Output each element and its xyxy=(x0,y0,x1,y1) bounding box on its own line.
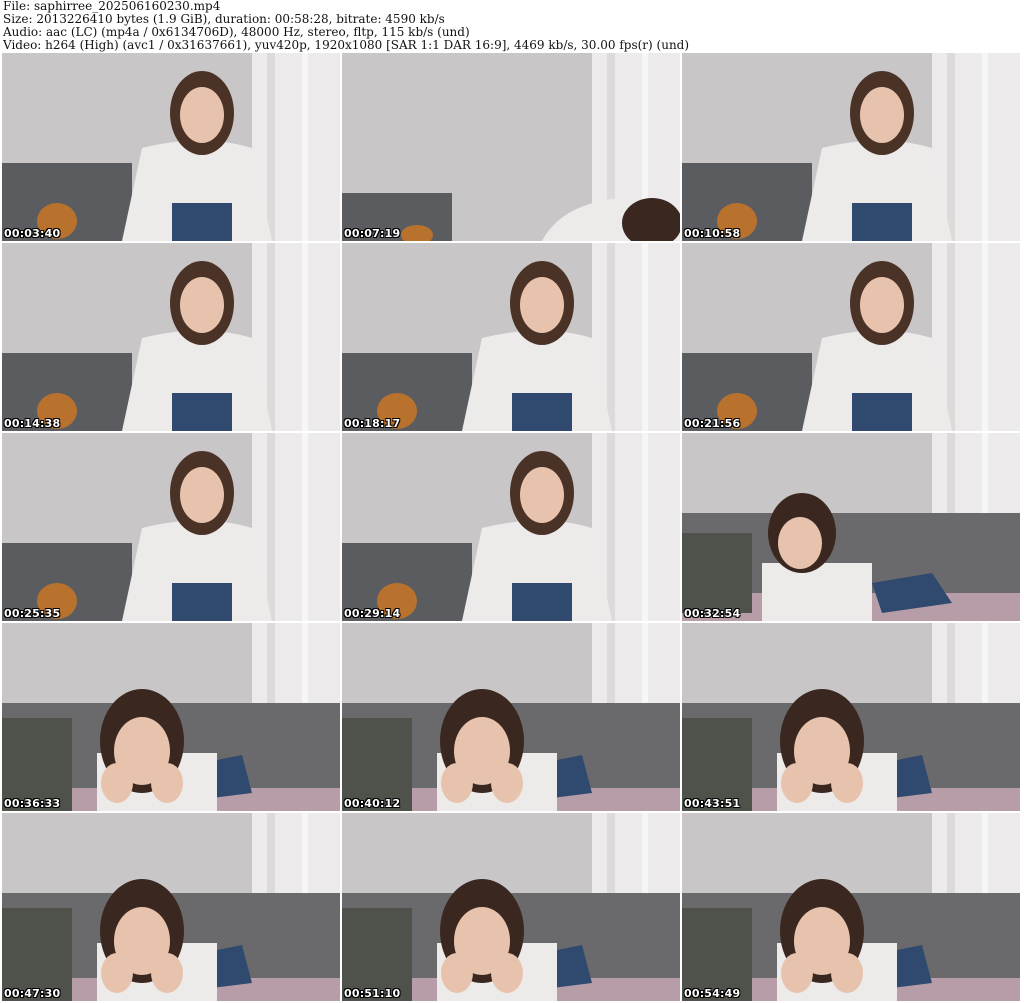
video-thumbnail[interactable]: 00:43:51 xyxy=(682,623,1020,811)
thumbnail-timestamp: 00:18:17 xyxy=(344,417,401,430)
thumbnail-frame-image xyxy=(342,623,680,811)
video-thumbnail[interactable]: 00:14:38 xyxy=(2,243,340,431)
thumbnail-frame-image xyxy=(682,243,1020,431)
thumbnail-frame-image xyxy=(682,623,1020,811)
thumbnail-timestamp: 00:47:30 xyxy=(4,987,61,1000)
video-thumbnail[interactable]: 00:47:30 xyxy=(2,813,340,1001)
thumbnail-timestamp: 00:36:33 xyxy=(4,797,61,810)
thumbnail-timestamp: 00:21:56 xyxy=(684,417,741,430)
video-info-line: Video: h264 (High) (avc1 / 0x31637661), … xyxy=(3,38,690,52)
thumbnail-timestamp: 00:43:51 xyxy=(684,797,741,810)
video-thumbnail[interactable]: 00:54:49 xyxy=(682,813,1020,1001)
video-thumbnail[interactable]: 00:18:17 xyxy=(342,243,680,431)
thumbnail-frame-image xyxy=(342,813,680,1001)
thumbnail-frame-image xyxy=(682,53,1020,241)
video-thumbnail[interactable]: 00:36:33 xyxy=(2,623,340,811)
video-thumbnail[interactable]: 00:07:19 xyxy=(342,53,680,241)
thumbnail-frame-image xyxy=(342,433,680,621)
thumbnail-timestamp: 00:29:14 xyxy=(344,607,401,620)
thumbnail-timestamp: 00:32:54 xyxy=(684,607,741,620)
thumbnail-timestamp: 00:03:40 xyxy=(4,227,61,240)
thumbnail-frame-image xyxy=(2,813,340,1001)
video-thumbnail[interactable]: 00:32:54 xyxy=(682,433,1020,621)
thumbnail-frame-image xyxy=(342,53,680,241)
video-thumbnail[interactable]: 00:10:58 xyxy=(682,53,1020,241)
thumbnail-timestamp: 00:25:35 xyxy=(4,607,61,620)
thumbnail-timestamp: 00:07:19 xyxy=(344,227,401,240)
video-thumbnail[interactable]: 00:29:14 xyxy=(342,433,680,621)
thumbnail-frame-image xyxy=(682,433,1020,621)
video-thumbnail[interactable]: 00:40:12 xyxy=(342,623,680,811)
thumbnail-frame-image xyxy=(2,623,340,811)
thumbnail-frame-image xyxy=(2,53,340,241)
file-info-header: File: saphirree_202506160230.mp4 Size: 2… xyxy=(3,0,1021,52)
thumbnail-frame-image xyxy=(342,243,680,431)
thumbnail-timestamp: 00:54:49 xyxy=(684,987,741,1000)
thumbnail-frame-image xyxy=(2,433,340,621)
thumbnail-timestamp: 00:40:12 xyxy=(344,797,401,810)
video-thumbnail[interactable]: 00:51:10 xyxy=(342,813,680,1001)
video-thumbnail[interactable]: 00:25:35 xyxy=(2,433,340,621)
video-thumbnail[interactable]: 00:03:40 xyxy=(2,53,340,241)
thumbnail-grid: 00:03:40 00:07:19 00:10:58 00:14:38 00:18:17… xyxy=(2,53,1020,1001)
thumbnail-timestamp: 00:14:38 xyxy=(4,417,61,430)
thumbnail-timestamp: 00:10:58 xyxy=(684,227,741,240)
thumbnail-timestamp: 00:51:10 xyxy=(344,987,401,1000)
video-thumbnail[interactable]: 00:21:56 xyxy=(682,243,1020,431)
thumbnail-frame-image xyxy=(2,243,340,431)
thumbnail-frame-image xyxy=(682,813,1020,1001)
